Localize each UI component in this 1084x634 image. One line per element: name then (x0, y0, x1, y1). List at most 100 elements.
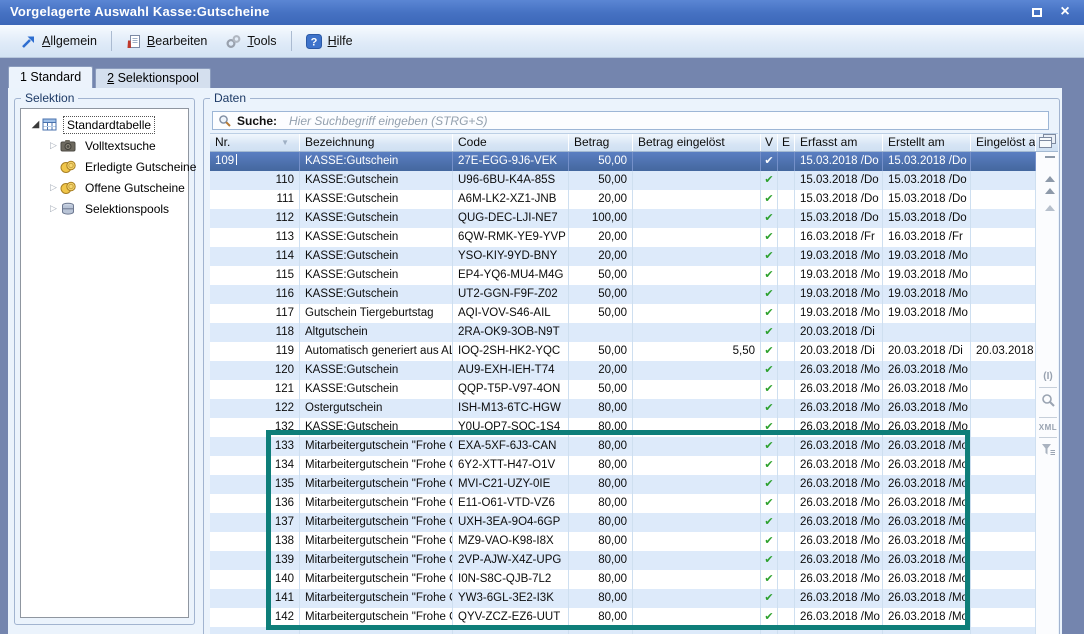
column-header-6[interactable]: E (778, 134, 795, 151)
cell: 2RA-OK9-3OB-N9T (453, 323, 569, 342)
menu-bearbeiten[interactable]: Bearbeiten (117, 31, 216, 52)
table-row-136[interactable]: 136Mitarbeitergutschein "Frohe OsE11-O61… (210, 494, 1036, 513)
cell: 20,00 (569, 247, 633, 266)
cell: 19.03.2018 /Mo (883, 285, 971, 304)
scroll-up-button[interactable] (1045, 188, 1055, 194)
checkmark-icon: ✔ (764, 287, 773, 300)
checkmark-icon: ✔ (764, 268, 773, 281)
daten-group-label: Daten (210, 91, 250, 105)
table-row-132[interactable]: 132KASSE:GutscheinY0U-QP7-SOC-1S480,00✔2… (210, 418, 1036, 437)
table-row-135[interactable]: 135Mitarbeitergutschein "Frohe OsMVI-C21… (210, 475, 1036, 494)
column-header-1[interactable]: Bezeichnung (300, 134, 453, 151)
cell (569, 627, 633, 634)
table-row-115[interactable]: 115KASSE:GutscheinEP4-YQ6-MU4-M4G50,00✔1… (210, 266, 1036, 285)
cell: ✔ (761, 171, 778, 190)
cell (778, 152, 795, 171)
expander-expanded-icon[interactable]: ◢ (29, 119, 42, 130)
table-row-109[interactable]: 109KASSE:Gutschein27E-EGG-9J6-VEK50,00✔1… (210, 152, 1036, 171)
page-up-button[interactable] (1045, 205, 1055, 211)
checkmark-icon: ✔ (764, 306, 773, 319)
column-header-5[interactable]: V (761, 134, 778, 151)
table-row-134[interactable]: 134Mitarbeitergutschein "Frohe Os6Y2-XTT… (210, 456, 1036, 475)
tree-item-volltextsuche[interactable]: ▷ Volltextsuche (21, 135, 188, 156)
expander-collapsed-icon[interactable]: ▷ (47, 203, 60, 214)
cell: 15.03.2018 /Do (883, 209, 971, 228)
cell: 6Y2-XTT-H47-O1V (453, 456, 569, 475)
table-row-141[interactable]: 141Mitarbeitergutschein "Frohe OsYW3-6GL… (210, 589, 1036, 608)
cell (778, 627, 795, 634)
search-input[interactable]: Suche: Hier Suchbegriff eingeben (STRG+S… (212, 111, 1049, 130)
menu-tools[interactable]: Tools (216, 31, 285, 52)
table-row-113[interactable]: 113KASSE:Gutschein6QW-RMK-YE9-YVP20,00✔1… (210, 228, 1036, 247)
table-row-122[interactable]: 122OstergutscheinISH-M13-6TC-HGW80,00✔26… (210, 399, 1036, 418)
tree-item-offene-gutscheine[interactable]: ▷ Offene Gutscheine (21, 177, 188, 198)
tab-standard[interactable]: 1 Standard (8, 66, 93, 88)
cell (633, 513, 761, 532)
cell (778, 304, 795, 323)
column-header-7[interactable]: Erfasst am (795, 134, 883, 151)
table-row-119[interactable]: 119Automatisch generiert aus ALTIOQ-2SH-… (210, 342, 1036, 361)
cell (971, 266, 1036, 285)
table-row-142[interactable]: 142Mitarbeitergutschein "Frohe OsQYV-ZCZ… (210, 608, 1036, 627)
cell: 26.03.2018 /Mo (883, 570, 971, 589)
table-row-110[interactable]: 110KASSE:GutscheinU96-6BU-K4A-85S50,00✔1… (210, 171, 1036, 190)
expander-collapsed-icon[interactable]: ▷ (47, 182, 60, 193)
table-row-137[interactable]: 137Mitarbeitergutschein "Frohe OsUXH-3EA… (210, 513, 1036, 532)
column-header-8[interactable]: Erstellt am (883, 134, 971, 151)
table-row-120[interactable]: 120KASSE:GutscheinAU9-EXH-IEH-T7420,00✔2… (210, 361, 1036, 380)
column-header-0[interactable]: Nr.▼ (210, 134, 300, 151)
cell (971, 171, 1036, 190)
cell: 20.03.2018 (971, 342, 1036, 361)
table-icon (42, 118, 60, 132)
menu-hilfe[interactable]: ? Hilfe (297, 31, 362, 52)
cell: KASSE:Gutschein (300, 285, 453, 304)
cell: Mitarbeitergutschein "Frohe Os (300, 570, 453, 589)
table-row-139[interactable]: 139Mitarbeitergutschein "Frohe Os2VP-AJW… (210, 551, 1036, 570)
filter-button[interactable] (1041, 443, 1056, 461)
cell: 26.03.2018 /Mo (883, 418, 971, 437)
cell: ✔ (761, 304, 778, 323)
cell (971, 418, 1036, 437)
tree-item-selektionspools[interactable]: ▷ Selektionspools (21, 198, 188, 219)
content-panel: Selektion ◢ Standardtabelle ▷ Volltextsu… (8, 88, 1062, 634)
cell: 80,00 (569, 551, 633, 570)
column-header-9[interactable]: Eingelöst a (971, 134, 1036, 151)
table-row-140[interactable]: 140Mitarbeitergutschein "Frohe OsI0N-S8C… (210, 570, 1036, 589)
table-row-114[interactable]: 114KASSE:GutscheinYSO-KIY-9YD-BNY20,00✔1… (210, 247, 1036, 266)
expander-collapsed-icon[interactable]: ▷ (47, 140, 60, 151)
tree-item-standardtabelle[interactable]: ◢ Standardtabelle (21, 114, 188, 135)
column-header-3[interactable]: Betrag (569, 134, 633, 151)
zoom-button[interactable] (1041, 393, 1055, 412)
tree-item-erledigte-gutscheine[interactable]: Erledigte Gutscheine (21, 156, 188, 177)
table-row-117[interactable]: 117Gutschein TiergeburtstagAQI-VOV-S46-A… (210, 304, 1036, 323)
tab-selektionspool[interactable]: 2 Selektionspool (95, 68, 211, 88)
table-row-118[interactable]: 118Altgutschein2RA-OK9-3OB-N9T✔20.03.201… (210, 323, 1036, 342)
table-row-133[interactable]: 133Mitarbeitergutschein "Frohe OsEXA-5XF… (210, 437, 1036, 456)
scroll-to-top-button[interactable] (1045, 156, 1055, 177)
table-row-111[interactable]: 111KASSE:GutscheinA6M-LK2-XZ1-JNB20,00✔1… (210, 190, 1036, 209)
cell: 26.03.2018 /Mo (883, 399, 971, 418)
close-button[interactable]: × (1054, 4, 1076, 21)
checkmark-icon: ✔ (764, 401, 773, 414)
column-chooser-button[interactable] (1039, 134, 1056, 154)
text-caret (236, 154, 237, 165)
table-row-116[interactable]: 116KASSE:GutscheinUT2-GGN-F9F-Z0250,00✔1… (210, 285, 1036, 304)
cell (633, 437, 761, 456)
cell (633, 494, 761, 513)
cell: 119 (210, 342, 300, 361)
fit-columns-button[interactable]: (I) (1043, 371, 1052, 382)
checkmark-icon: ✔ (764, 439, 773, 452)
cell: KASSE:Gutschein (300, 171, 453, 190)
xml-export-button[interactable]: XML (1039, 423, 1057, 432)
selection-tree: ◢ Standardtabelle ▷ Volltextsuche Erledi… (20, 108, 189, 618)
table-row-138[interactable]: 138Mitarbeitergutschein "Frohe OsMZ9-VAO… (210, 532, 1036, 551)
checkmark-icon: ✔ (764, 230, 773, 243)
restore-button[interactable] (1026, 4, 1048, 21)
table-body: 109KASSE:Gutschein27E-EGG-9J6-VEK50,00✔1… (210, 152, 1036, 634)
table-row-121[interactable]: 121KASSE:GutscheinQQP-T5P-V97-4ON50,00✔2… (210, 380, 1036, 399)
cell: Mitarbeitergutschein "Frohe Os (300, 608, 453, 627)
table-row-112[interactable]: 112KASSE:GutscheinQUG-DEC-LJI-NE7100,00✔… (210, 209, 1036, 228)
column-header-4[interactable]: Betrag eingelöst (633, 134, 761, 151)
menu-allgemein[interactable]: Allgemein (12, 31, 106, 52)
column-header-2[interactable]: Code (453, 134, 569, 151)
